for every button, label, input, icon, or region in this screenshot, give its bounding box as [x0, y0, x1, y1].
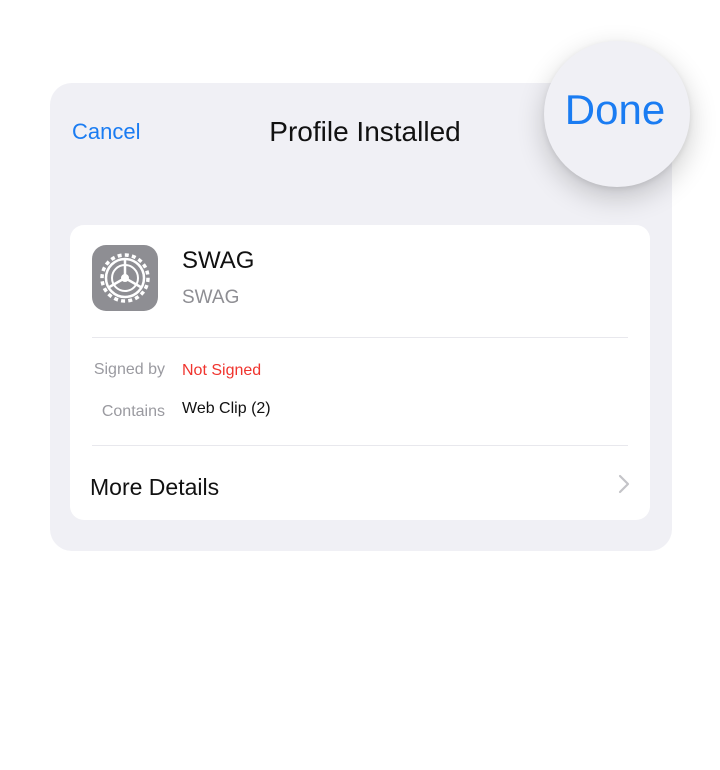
more-details-row[interactable]: More Details [70, 446, 650, 520]
signed-by-value: Not Signed [182, 362, 262, 379]
page-title: Profile Installed [269, 116, 461, 147]
profile-name: SWAG [182, 247, 255, 274]
more-details-label: More Details [90, 474, 220, 500]
done-label: Done [564, 86, 666, 133]
done-button[interactable]: Done [544, 41, 690, 187]
profile-subtitle: SWAG [182, 287, 240, 308]
profile-card: SWAG SWAG Signed by Not Signed Contains … [70, 225, 650, 520]
divider [92, 337, 628, 338]
chevron-right-icon [618, 474, 630, 499]
cancel-button[interactable]: Cancel [72, 119, 140, 145]
settings-gear-icon [92, 245, 158, 311]
signed-by-label: Signed by [93, 361, 165, 378]
contains-value: Web Clip (2) [182, 400, 271, 417]
contains-label: Contains [101, 403, 165, 420]
